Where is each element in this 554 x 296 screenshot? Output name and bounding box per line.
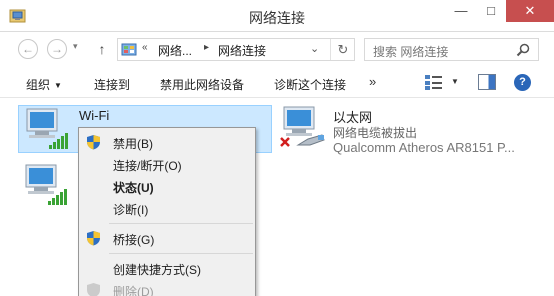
menu-item-status[interactable]: 状态(U) <box>79 175 255 197</box>
adapter-device: Qualcomm Atheros AR8151 P... <box>333 140 515 155</box>
control-panel-icon <box>121 43 137 56</box>
refresh-button[interactable]: ↻ <box>330 39 355 60</box>
overflow-breadcrumb[interactable]: « <box>142 42 148 53</box>
diagnose-connection-button[interactable]: 诊断这个连接 <box>274 76 346 93</box>
organize-caret-icon: ▼ <box>54 81 62 90</box>
search-input[interactable]: 搜索 网络连接 <box>364 38 539 61</box>
organize-label: 组织 <box>26 78 51 92</box>
forward-button[interactable]: → <box>47 39 67 59</box>
menu-label: 连接/断开(O) <box>113 159 182 173</box>
uac-shield-icon <box>87 283 100 296</box>
menu-item-diagnose[interactable]: 诊断(I) <box>79 197 255 219</box>
organize-menu[interactable]: 组织 ▼ <box>26 76 62 93</box>
recent-locations-dropdown-icon[interactable]: ▾ <box>73 41 78 52</box>
menu-label: 诊断(I) <box>113 203 149 217</box>
close-button[interactable]: ✕ <box>506 0 554 22</box>
connect-to-button[interactable]: 连接到 <box>94 76 130 93</box>
up-button[interactable]: ↑ <box>93 39 111 59</box>
address-bar[interactable]: « 网络... ▸ 网络连接 ⌄ ↻ <box>117 38 355 61</box>
search-placeholder: 搜索 网络连接 <box>373 45 449 59</box>
menu-item-delete: 删除(D) <box>79 279 255 296</box>
command-bar: 组织 ▼ 连接到 禁用此网络设备 诊断这个连接 » ▼ ? <box>0 68 554 98</box>
menu-separator <box>109 253 253 254</box>
menu-item-disable[interactable]: 禁用(B) <box>79 131 255 153</box>
adapter-wireless-2[interactable] <box>18 161 78 211</box>
address-row: ← → ▾ ↑ « 网络... ▸ 网络连接 ⌄ ↻ 搜索 网络连接 <box>0 33 554 65</box>
adapter-name: Wi-Fi <box>79 108 110 123</box>
menu-item-connect-disconnect[interactable]: 连接/断开(O) <box>79 153 255 175</box>
address-dropdown-icon[interactable]: ⌄ <box>310 42 319 55</box>
menu-label: 状态(U) <box>113 181 154 195</box>
ethernet-disconnected-icon <box>280 106 325 147</box>
view-dropdown-icon[interactable]: ▼ <box>451 77 459 86</box>
help-button[interactable]: ? <box>514 74 531 91</box>
preview-pane-icon[interactable] <box>478 74 496 90</box>
more-commands-button[interactable]: » <box>369 74 376 89</box>
uac-shield-icon <box>87 231 100 246</box>
change-view-icon[interactable] <box>424 73 444 91</box>
uac-shield-icon <box>87 135 100 150</box>
adapter-ethernet[interactable]: 以太网 网络电缆被拔出 Qualcomm Atheros AR8151 P... <box>278 105 548 165</box>
breadcrumb-separator[interactable]: ▸ <box>204 42 209 53</box>
breadcrumb-network-connections[interactable]: 网络连接 <box>218 42 266 59</box>
search-icon[interactable] <box>515 42 531 58</box>
wireless-network-icon <box>26 108 68 149</box>
menu-label: 创建快捷方式(S) <box>113 263 201 277</box>
menu-item-bridge[interactable]: 桥接(G) <box>79 227 255 249</box>
disable-device-button[interactable]: 禁用此网络设备 <box>160 76 244 93</box>
wireless-network-icon <box>25 164 67 205</box>
menu-label: 删除(D) <box>113 285 154 296</box>
menu-label: 桥接(G) <box>113 233 155 247</box>
context-menu: 禁用(B) 连接/断开(O) 状态(U) 诊断(I) 桥接(G) 创建快捷方式(… <box>78 127 256 296</box>
menu-label: 禁用(B) <box>113 137 153 151</box>
menu-separator <box>109 223 253 224</box>
menu-item-create-shortcut[interactable]: 创建快捷方式(S) <box>79 257 255 279</box>
minimize-button[interactable]: — <box>446 0 476 22</box>
breadcrumb-network[interactable]: 网络... <box>158 42 192 59</box>
adapter-status: 网络电缆被拔出 <box>333 126 418 140</box>
title-bar: 网络连接 — □ ✕ <box>0 0 554 32</box>
back-button[interactable]: ← <box>18 39 38 59</box>
maximize-button[interactable]: □ <box>476 0 506 22</box>
